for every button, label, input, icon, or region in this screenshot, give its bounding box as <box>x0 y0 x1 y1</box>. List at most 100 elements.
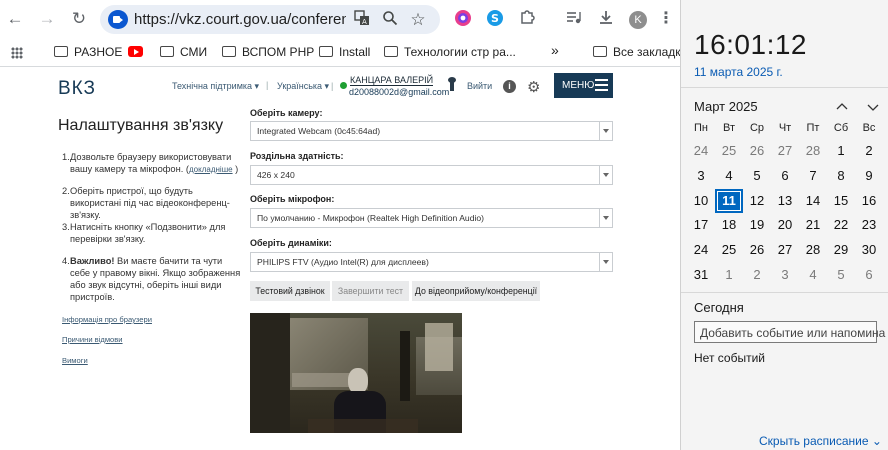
month-label[interactable]: Март 2025 <box>694 99 758 114</box>
calendar-day[interactable]: 28 <box>799 238 827 262</box>
date-link[interactable]: 11 марта 2025 г. <box>694 65 783 79</box>
calendar-day[interactable]: 9 <box>855 164 883 188</box>
calendar-day[interactable]: 1 <box>715 263 743 287</box>
bookmark-star-icon[interactable]: ☆ <box>408 10 428 30</box>
reload-icon[interactable]: ↻ <box>69 9 89 29</box>
more-info-link[interactable]: докладніше <box>189 165 233 174</box>
calendar-day[interactable]: 20 <box>771 213 799 237</box>
calendar-day[interactable]: 2 <box>855 139 883 163</box>
back-icon[interactable]: ← <box>5 9 25 29</box>
calendar-day[interactable]: 12 <box>743 189 771 213</box>
hide-schedule-link[interactable]: Скрыть расписание ⌄ <box>759 434 882 448</box>
calendar-day[interactable]: 27 <box>771 238 799 262</box>
calendar-day[interactable]: 18 <box>715 213 743 237</box>
requirements-link[interactable]: Вимоги <box>62 356 88 365</box>
calendar-day[interactable]: 26 <box>743 139 771 163</box>
calendar-day[interactable]: 8 <box>827 164 855 188</box>
chevron-up-icon[interactable] <box>836 100 848 112</box>
calendar-day[interactable]: 6 <box>771 164 799 188</box>
kebab-menu-icon[interactable]: ⋮ <box>655 9 677 29</box>
bookmark-folder-media[interactable]: СМИ <box>160 45 207 59</box>
language-menu[interactable]: Українська ▾ <box>277 81 329 92</box>
join-conference-button[interactable]: До відеоприйому/конференції <box>412 281 540 301</box>
menu-button[interactable]: МЕНЮ <box>554 73 613 98</box>
microphone-select[interactable]: По умолчанию - Микрофон (Realtek High De… <box>250 208 613 228</box>
add-event-input[interactable]: Добавить событие или напомина <box>694 321 885 343</box>
camera-select[interactable]: Integrated Webcam (0c45:64ad) <box>250 121 613 141</box>
calendar-day[interactable]: 25 <box>715 139 743 163</box>
calendar-day[interactable]: 4 <box>799 263 827 287</box>
speakers-select[interactable]: PHILIPS FTV (Аудио Intel(R) для дисплеев… <box>250 252 613 272</box>
test-call-button[interactable]: Тестовий дзвінок <box>250 281 330 301</box>
bookmarks-overflow-icon[interactable]: » <box>551 42 559 58</box>
calendar-day-today[interactable]: 11 <box>715 189 743 213</box>
support-menu[interactable]: Технічна підтримка ▾ <box>172 81 259 92</box>
translate-icon[interactable]: A <box>352 10 372 30</box>
settings-gears-icon[interactable]: ⚙ <box>527 78 540 96</box>
calendar-day[interactable]: 29 <box>827 238 855 262</box>
calendar-day[interactable]: 13 <box>771 189 799 213</box>
calendar-day[interactable]: 30 <box>855 238 883 262</box>
calendar-day[interactable]: 24 <box>687 238 715 262</box>
bookmark-folder-vspom[interactable]: ВСПОМ РНР <box>222 45 314 59</box>
key-icon[interactable] <box>448 77 456 91</box>
calendar-day[interactable]: 1 <box>827 139 855 163</box>
calendar-day[interactable]: 17 <box>687 213 715 237</box>
calendar-day[interactable]: 21 <box>799 213 827 237</box>
calendar-day[interactable]: 26 <box>743 238 771 262</box>
calendar-day[interactable]: 19 <box>743 213 771 237</box>
calendar-day[interactable]: 5 <box>827 263 855 287</box>
divider <box>681 87 888 88</box>
extensions-puzzle-icon[interactable] <box>516 9 538 29</box>
calendar-day[interactable]: 22 <box>827 213 855 237</box>
chevron-down-icon[interactable] <box>867 100 879 112</box>
calendar-day[interactable]: 25 <box>715 238 743 262</box>
chevron-down-icon <box>599 253 612 271</box>
calendar-day[interactable]: 7 <box>799 164 827 188</box>
media-queue-icon[interactable] <box>563 9 585 29</box>
address-bar[interactable]: https://vkz.court.gov.ua/conference/... … <box>100 5 440 34</box>
bookmark-folder-tech[interactable]: Технологии стр ра... <box>384 45 516 59</box>
calendar-day[interactable]: 16 <box>855 189 883 213</box>
calendar-day[interactable]: 5 <box>743 164 771 188</box>
bookmark-folder-install[interactable]: Install <box>319 45 370 59</box>
calendar-day[interactable]: 28 <box>799 139 827 163</box>
calendar-day[interactable]: 2 <box>743 263 771 287</box>
zoom-icon[interactable] <box>380 10 400 30</box>
site-logo[interactable]: ВКЗ <box>58 78 96 100</box>
download-icon[interactable] <box>595 9 617 29</box>
profile-avatar[interactable]: K <box>629 11 647 29</box>
resolution-label: Роздільна здатність: <box>250 151 344 161</box>
shazam-extension-icon[interactable]: S <box>484 9 506 29</box>
calendar-day[interactable]: 27 <box>771 139 799 163</box>
bookmark-folder-misc[interactable]: РАЗНОЕ <box>54 45 122 59</box>
divider <box>681 292 888 293</box>
color-extension-icon[interactable] <box>452 9 474 29</box>
forward-icon[interactable]: → <box>37 9 57 29</box>
browser-info-link[interactable]: Інформація про браузери <box>62 315 152 324</box>
bookmark-folder-all[interactable]: Все закладки <box>593 45 687 59</box>
header-separator: | <box>331 81 334 91</box>
logout-link[interactable]: Вийти <box>467 81 492 91</box>
url-text[interactable]: https://vkz.court.gov.ua/conference/... <box>134 11 346 28</box>
calendar-day[interactable]: 4 <box>715 164 743 188</box>
calendar-day[interactable]: 3 <box>771 263 799 287</box>
user-name-link[interactable]: КАНЦАРА ВАЛЕРІЙ <box>350 75 434 86</box>
weekday-label: Пт <box>806 122 820 134</box>
site-camera-icon[interactable] <box>108 10 128 29</box>
calendar-day[interactable]: 31 <box>687 263 715 287</box>
calendar-day[interactable]: 23 <box>855 213 883 237</box>
youtube-icon[interactable] <box>128 45 143 59</box>
info-icon[interactable]: i <box>503 80 516 93</box>
calendar-day[interactable]: 14 <box>799 189 827 213</box>
finish-test-button[interactable]: Завершити тест <box>332 281 409 301</box>
calendar-day[interactable]: 3 <box>687 164 715 188</box>
resolution-select[interactable]: 426 x 240 <box>250 165 613 185</box>
refusal-reasons-link[interactable]: Причини відмови <box>62 335 123 344</box>
calendar-day[interactable]: 6 <box>855 263 883 287</box>
today-label: Сегодня <box>694 300 744 315</box>
calendar-day[interactable]: 10 <box>687 189 715 213</box>
folder-icon <box>593 46 607 57</box>
calendar-day[interactable]: 15 <box>827 189 855 213</box>
calendar-day[interactable]: 24 <box>687 139 715 163</box>
